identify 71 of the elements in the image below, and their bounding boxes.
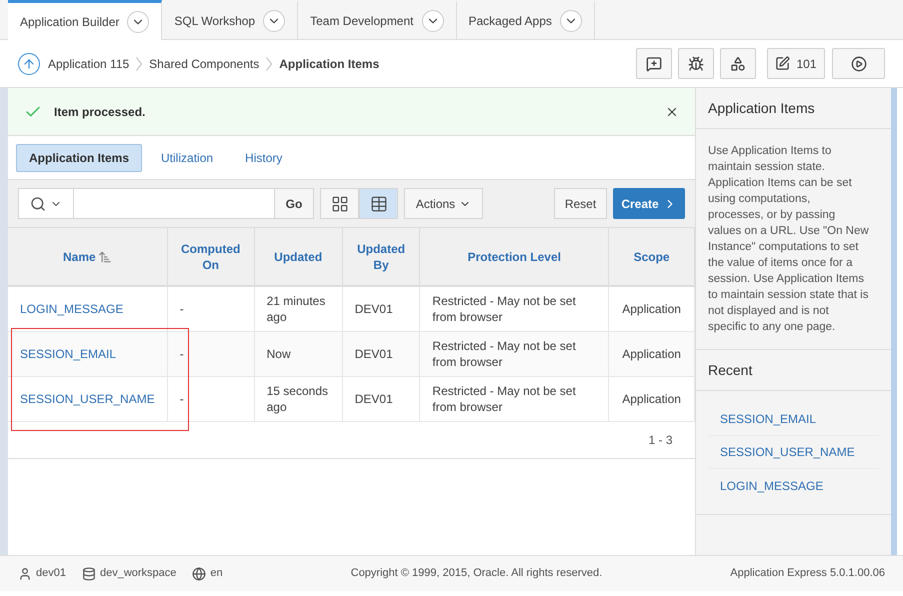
table-cell: Restricted - May not be set from browser: [432, 338, 576, 368]
table-cell: Restricted - May not be set from browser: [432, 294, 576, 324]
top-tab[interactable]: Team Development: [298, 0, 456, 39]
sidebar-description: Use Application Items to maintain session state. Application Items can be set using computations, processes, or by passing values on a URL. Use "On New Instance" computations to set the value of items once for a session. Use Application Items to maintain session state that is not displayed and is not specific to any one page.: [708, 144, 869, 335]
alert-message: Item processed.: [54, 104, 146, 120]
top-tab[interactable]: Packaged Apps: [456, 0, 595, 39]
shapes-icon: [730, 56, 746, 72]
view-mode-button[interactable]: [320, 188, 359, 219]
table-cell: Application: [622, 346, 681, 360]
create-button[interactable]: Create: [613, 188, 685, 219]
dropdown-button[interactable]: [263, 10, 286, 32]
breadcrumb-link[interactable]: Application Items: [279, 54, 380, 72]
dropdown-button[interactable]: [127, 11, 150, 33]
recent-link[interactable]: SESSION_EMAIL: [720, 410, 816, 428]
table-cell: -: [180, 392, 184, 406]
pagination-label: 1 - 3: [648, 432, 672, 446]
copyright-text: Copyright © 1999, 2015, Oracle. All rights reserved.: [350, 567, 602, 580]
recent-link[interactable]: LOGIN_MESSAGE: [720, 476, 824, 494]
up-button[interactable]: [18, 52, 40, 74]
top-tab[interactable]: Application Builder: [8, 0, 162, 41]
database-icon: [82, 566, 96, 580]
shapes-toolbar-button[interactable]: [720, 48, 756, 79]
search-icon: [30, 196, 46, 212]
breadcrumb-link[interactable]: Application 115: [48, 54, 130, 72]
go-button[interactable]: Go: [274, 189, 313, 218]
comment-icon: [646, 56, 662, 72]
workspace-name: dev_workspace: [100, 566, 176, 582]
recent-heading: Recent: [708, 360, 752, 380]
item-link[interactable]: LOGIN_MESSAGE: [20, 302, 124, 316]
table-icon: [370, 194, 388, 212]
table-cell: DEV01: [354, 346, 393, 360]
search-field[interactable]: Go: [18, 188, 314, 219]
separator-icon: [136, 56, 142, 70]
breadcrumb-link[interactable]: Shared Components: [149, 54, 260, 72]
dropdown-button[interactable]: [422, 10, 444, 32]
bug-icon: [688, 56, 704, 72]
table-cell: Application: [622, 302, 681, 316]
table-cell: Application: [622, 392, 681, 406]
dropdown-button[interactable]: [560, 10, 582, 32]
user-icon: [18, 566, 32, 580]
sub-tab[interactable]: History: [232, 144, 296, 172]
grid-icon: [330, 194, 348, 212]
comment-toolbar-button[interactable]: [636, 48, 672, 79]
table-cell: DEV01: [354, 302, 393, 316]
sub-tab[interactable]: Utilization: [148, 144, 226, 172]
edit-toolbar-button[interactable]: 101: [767, 48, 825, 79]
table-cell: -: [180, 346, 184, 360]
view-mode-button[interactable]: [359, 188, 398, 219]
table-cell: Now: [266, 346, 291, 360]
play-icon: [850, 56, 866, 72]
table-cell: -: [180, 302, 184, 316]
reset-button[interactable]: Reset: [554, 188, 607, 219]
table-cell: 21 minutes ago: [266, 294, 326, 324]
separator-icon: [266, 56, 272, 70]
globe-icon: [192, 566, 206, 580]
item-link[interactable]: SESSION_USER_NAME: [20, 392, 155, 406]
table-cell: Restricted - May not be set from browser: [432, 384, 576, 414]
sub-tab[interactable]: Application Items: [16, 144, 142, 172]
actions-button[interactable]: Actions: [404, 188, 483, 219]
item-link[interactable]: SESSION_EMAIL: [20, 346, 116, 360]
version-label: Application Express 5.0.1.00.06: [730, 566, 885, 582]
user-name: dev01: [36, 566, 66, 582]
top-tab[interactable]: SQL Workshop: [162, 0, 298, 39]
table-cell: 15 seconds ago: [266, 384, 328, 414]
recent-link[interactable]: SESSION_USER_NAME: [720, 443, 855, 461]
language-label: en: [210, 566, 223, 582]
bug-toolbar-button[interactable]: [678, 48, 714, 79]
sidebar-title: Application Items: [708, 98, 815, 118]
run-toolbar-button[interactable]: [832, 48, 885, 79]
table-cell: DEV01: [354, 392, 393, 406]
edit-icon: [775, 56, 790, 71]
